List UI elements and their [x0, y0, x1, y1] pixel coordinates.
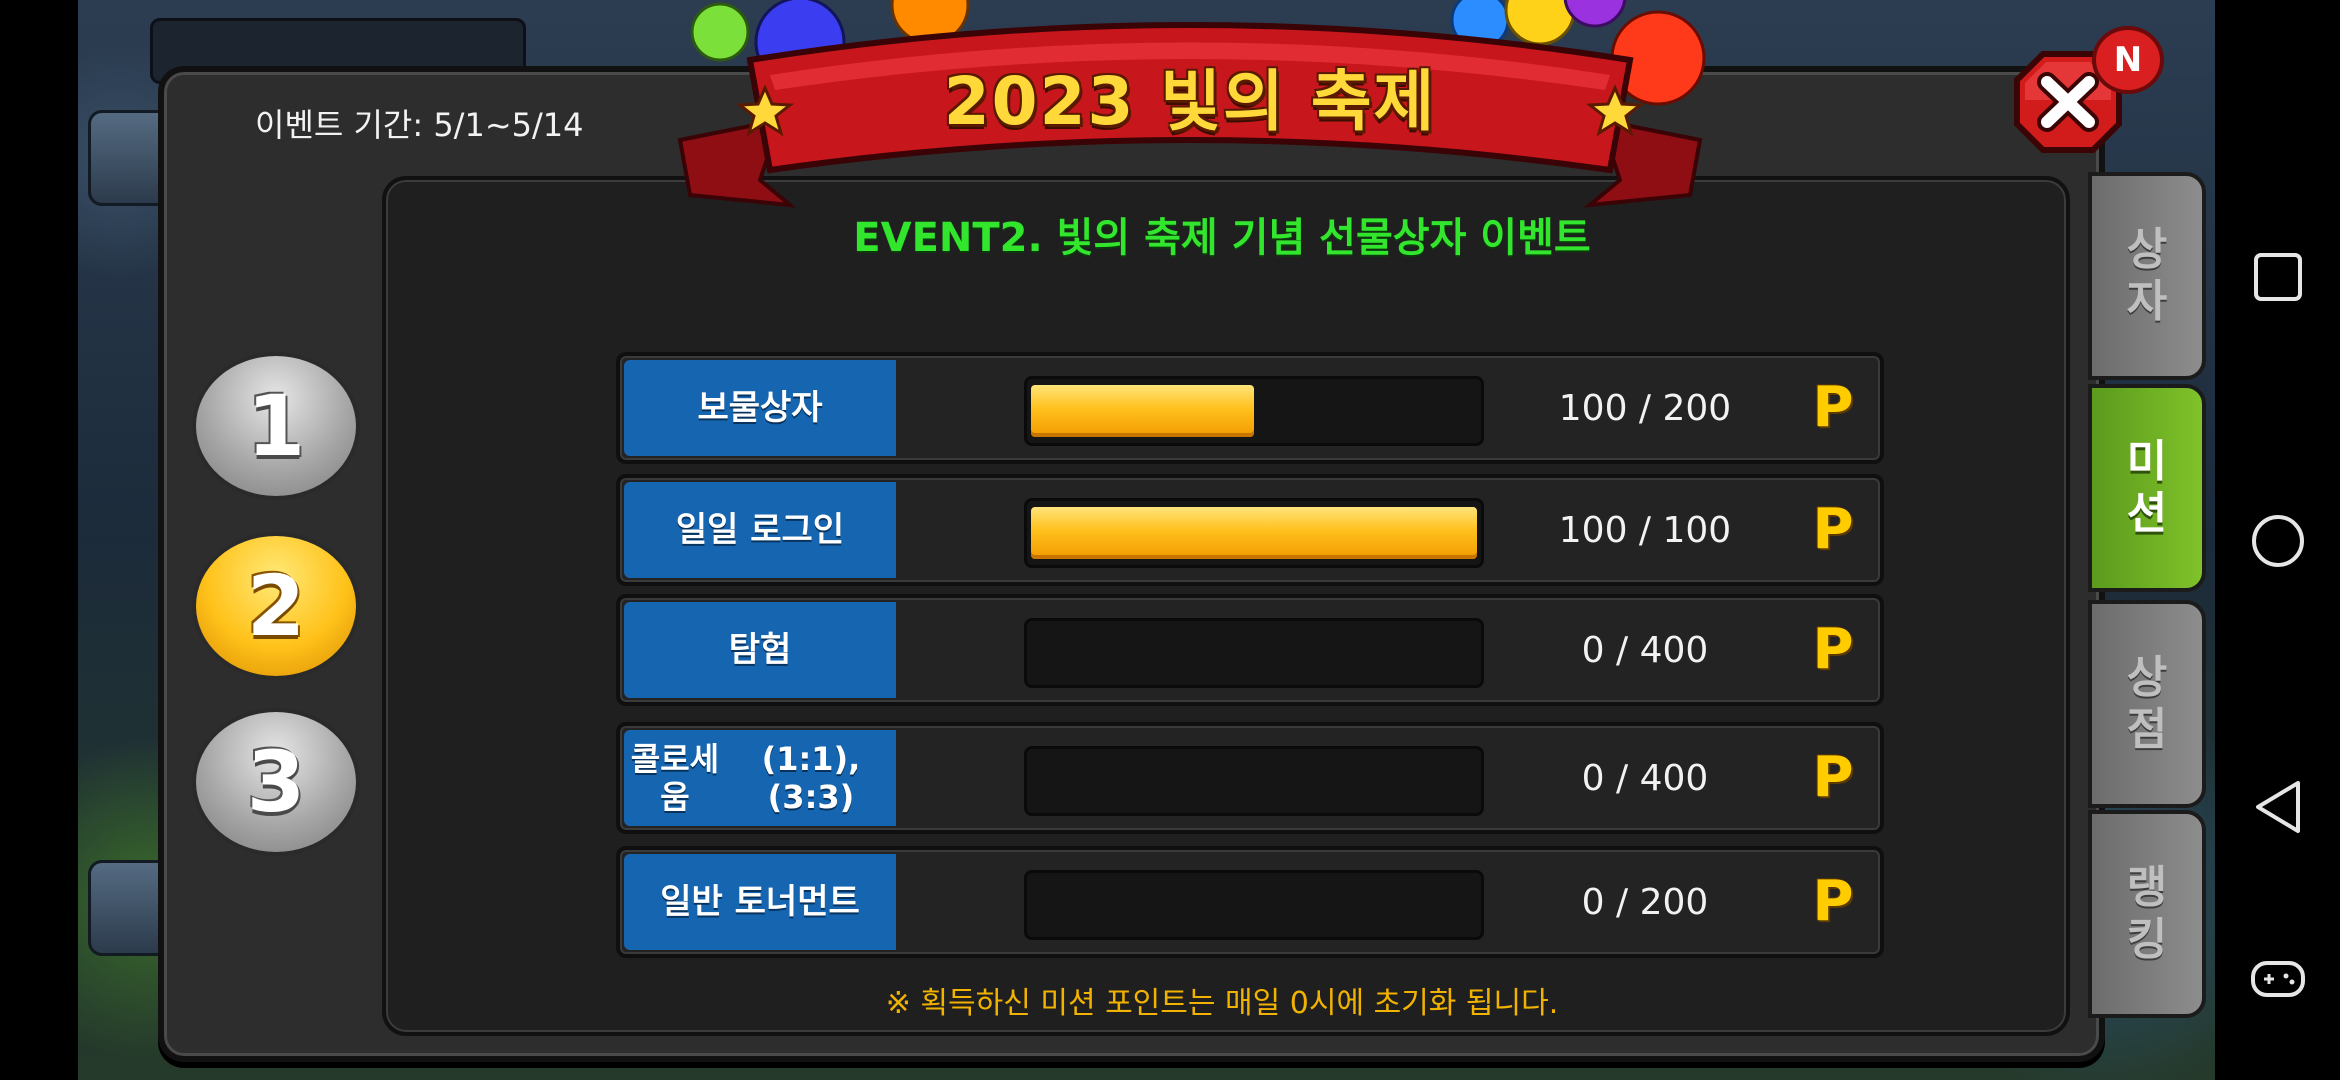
tab-label: 점: [2126, 704, 2168, 755]
tab-label: 션: [2126, 488, 2168, 539]
mission-count: 0 / 400: [1581, 629, 1709, 671]
point-p-icon: P: [1812, 745, 1854, 810]
home-icon: [2251, 515, 2304, 567]
mission-count: 100 / 200: [1558, 387, 1732, 429]
screen-left-edge: [0, 0, 78, 1080]
mission-row-tournament: 일반 토너먼트 0 / 200 P: [616, 846, 1884, 958]
recent-apps-button[interactable]: [2215, 232, 2340, 322]
point-p-icon: P: [1812, 497, 1854, 562]
point-p-icon: P: [1812, 869, 1854, 934]
tab-shop[interactable]: 상 점: [2088, 600, 2206, 808]
step-1-button[interactable]: 1: [192, 352, 360, 500]
progress-bar: [1024, 746, 1484, 816]
mission-row-colosseum: 콜로세움 (1:1), (3:3) 0 / 400 P: [616, 722, 1884, 834]
gamepad-icon: [2250, 961, 2305, 997]
back-button[interactable]: [2215, 762, 2340, 852]
system-nav-bar: [2215, 0, 2340, 1080]
mission-row-exploration: 탐험 0 / 400 P: [616, 594, 1884, 706]
mission-label: 콜로세움 (1:1), (3:3): [624, 730, 896, 826]
tab-label: 상: [2126, 652, 2168, 703]
progress-bar: [1024, 376, 1484, 446]
mission-row-daily-login: 일일 로그인 100 / 100 P: [616, 474, 1884, 586]
tab-label: 킹: [2126, 914, 2168, 965]
point-p-icon: P: [1812, 375, 1854, 440]
mission-label: 일일 로그인: [624, 482, 896, 578]
mission-label: 보물상자: [624, 360, 896, 456]
tab-box[interactable]: 상 자: [2088, 172, 2206, 380]
mission-label: 탐험: [624, 602, 896, 698]
mission-label-line2: (1:1), (3:3): [761, 740, 861, 816]
progress-fill: [1031, 507, 1477, 559]
tab-mission[interactable]: 미 션: [2088, 384, 2206, 592]
back-icon: [2255, 781, 2300, 833]
tab-label: 자: [2126, 276, 2168, 327]
mission-count: 100 / 100: [1558, 509, 1732, 551]
mission-label: 일반 토너먼트: [624, 854, 896, 950]
step-2-button[interactable]: 2: [192, 532, 360, 680]
event-title: EVENT2. 빛의 축제 기념 선물상자 이벤트: [853, 215, 1591, 261]
notification-badge: N: [2092, 26, 2164, 94]
progress-fill: [1031, 385, 1254, 437]
tab-label: 상: [2126, 224, 2168, 275]
tab-ranking[interactable]: 랭 킹: [2088, 810, 2206, 1018]
tab-label: 미: [2126, 436, 2168, 487]
progress-bar: [1024, 498, 1484, 568]
home-button[interactable]: [2215, 496, 2340, 586]
mission-count: 0 / 200: [1581, 881, 1709, 923]
mission-count: 0 / 400: [1581, 757, 1709, 799]
event-banner: 2023 빛의 축제: [660, 0, 1720, 215]
banner-title: 2023 빛의 축제: [943, 63, 1437, 140]
game-tools-button[interactable]: [2215, 934, 2340, 1024]
recent-apps-icon: [2253, 253, 2302, 301]
progress-bar: [1024, 618, 1484, 688]
reset-notice: ※ 획득하신 미션 포인트는 매일 0시에 초기화 됩니다.: [885, 986, 1559, 1021]
mission-label-line1: 콜로세움: [630, 740, 720, 816]
event-period-text: 이벤트 기간: 5/1~5/14: [255, 106, 584, 144]
progress-bar: [1024, 870, 1484, 940]
mission-row-treasure-box: 보물상자 100 / 200 P: [616, 352, 1884, 464]
step-3-button[interactable]: 3: [192, 708, 360, 856]
tab-label: 랭: [2126, 862, 2168, 913]
point-p-icon: P: [1812, 617, 1854, 682]
